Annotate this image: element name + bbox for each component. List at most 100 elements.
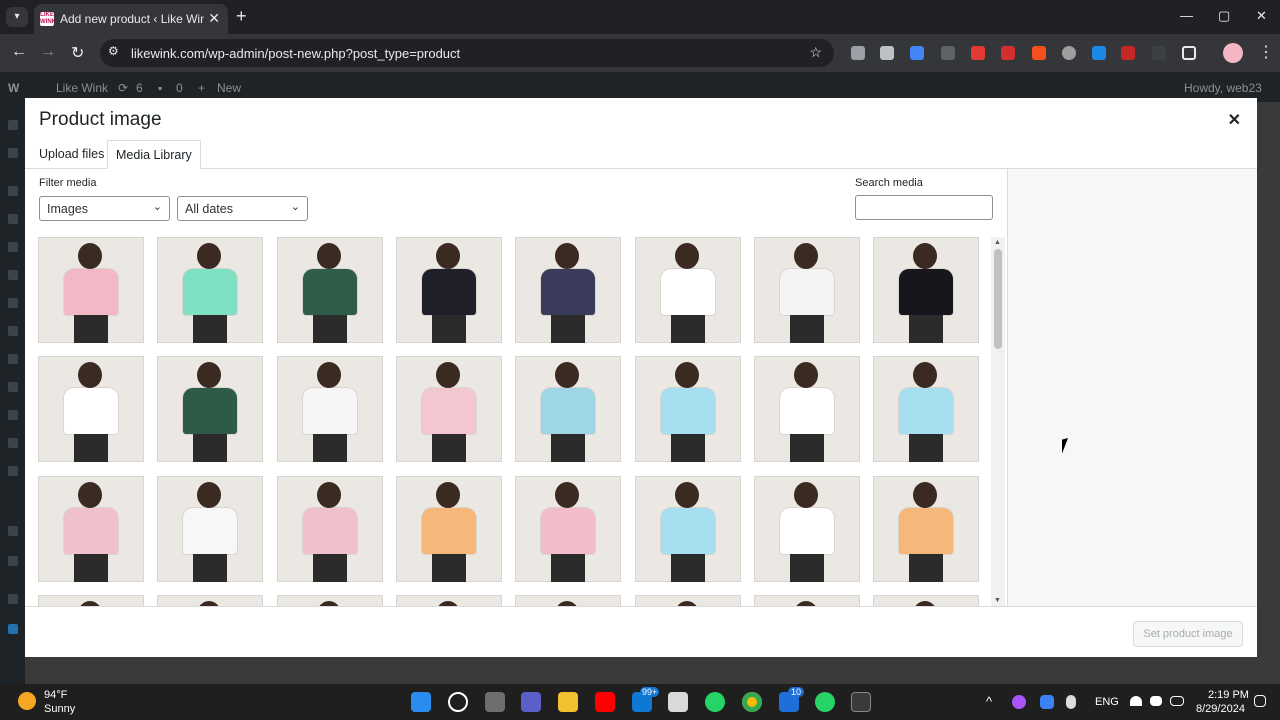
modal-close-icon[interactable]: ✕ xyxy=(1228,110,1241,130)
new-tab-button[interactable]: + xyxy=(236,6,247,27)
task-view-icon[interactable] xyxy=(485,692,505,712)
sidebar-updates-icon[interactable] xyxy=(8,148,18,158)
attachment-thumbnail[interactable] xyxy=(635,476,741,582)
sidebar-settings-icon[interactable] xyxy=(8,410,18,420)
attachment-thumbnail[interactable] xyxy=(873,476,979,582)
orange-extension-icon[interactable] xyxy=(1032,46,1046,60)
security-tray-icon[interactable] xyxy=(1040,695,1054,709)
attachment-thumbnail[interactable] xyxy=(515,595,621,606)
sidebar-table-icon[interactable] xyxy=(8,526,18,536)
weather-sun-icon[interactable] xyxy=(18,692,36,710)
profile-avatar[interactable] xyxy=(1223,43,1243,63)
microphone-icon[interactable] xyxy=(1066,695,1076,709)
sidebar-comments-icon[interactable] xyxy=(8,298,18,308)
translate-extension-icon[interactable] xyxy=(910,46,924,60)
sidebar-posts-icon[interactable] xyxy=(8,186,18,196)
show-hidden-icons-chevron-icon[interactable]: ^ xyxy=(986,694,992,709)
extensions-puzzle-icon[interactable] xyxy=(1182,46,1196,60)
sidebar-users-icon[interactable] xyxy=(8,214,18,224)
attachment-thumbnail[interactable] xyxy=(277,237,383,343)
sidebar-dashboard-icon[interactable] xyxy=(8,120,18,130)
attachment-thumbnail[interactable] xyxy=(277,356,383,462)
sidebar-woo-icon[interactable] xyxy=(8,382,18,392)
maximize-button[interactable]: ▢ xyxy=(1218,8,1230,24)
attachment-thumbnail[interactable] xyxy=(396,595,502,606)
browser-menu-icon[interactable]: ⋮ xyxy=(1258,42,1274,62)
browser-tab-active[interactable]: LIKE WINK Add new product ‹ Like Wink — … xyxy=(34,4,228,34)
minimize-button[interactable]: — xyxy=(1180,8,1193,23)
new-plus-icon[interactable]: + xyxy=(198,81,205,95)
notifications-icon[interactable] xyxy=(1254,695,1266,707)
sidebar-media-icon[interactable] xyxy=(8,242,18,252)
media-date-select[interactable]: All dates ⌄ xyxy=(177,196,308,221)
wordpress-logo-icon[interactable]: W xyxy=(8,81,19,95)
comments-icon[interactable]: ▪ xyxy=(158,81,162,95)
attachment-thumbnail[interactable] xyxy=(396,237,502,343)
scroll-up-arrow-icon[interactable]: ▲ xyxy=(994,239,1001,246)
camera-extension-icon[interactable] xyxy=(851,46,865,60)
sidebar-comments2-icon[interactable] xyxy=(8,438,18,448)
address-bar[interactable]: ⚙ likewink.com/wp-admin/post-new.php?pos… xyxy=(100,39,834,67)
sidebar-mail-icon[interactable] xyxy=(8,556,18,566)
blue-extension-icon[interactable] xyxy=(1092,46,1106,60)
installer-icon[interactable] xyxy=(851,692,871,712)
attachment-thumbnail[interactable] xyxy=(754,476,860,582)
window-close-button[interactable]: ✕ xyxy=(1256,8,1267,24)
attachment-thumbnail[interactable] xyxy=(515,356,621,462)
battery-icon[interactable] xyxy=(1170,696,1184,706)
back-button[interactable]: ← xyxy=(11,43,27,61)
comments-count[interactable]: 0 xyxy=(176,81,183,95)
sidebar-lightbulb-icon[interactable] xyxy=(8,466,18,476)
tab-media-library[interactable]: Media Library xyxy=(107,140,201,169)
reload-button[interactable]: ↻ xyxy=(71,43,84,63)
search-media-input[interactable] xyxy=(855,195,993,220)
snipping-tool-icon[interactable] xyxy=(668,692,688,712)
attachment-thumbnail[interactable] xyxy=(635,595,741,606)
sidebar-marketing-icon[interactable] xyxy=(8,594,18,604)
set-product-image-button[interactable]: Set product image xyxy=(1133,621,1243,647)
grey-extension-icon[interactable] xyxy=(1062,46,1076,60)
bookmark-star-icon[interactable]: ☆ xyxy=(809,44,822,61)
attachment-thumbnail[interactable] xyxy=(635,237,741,343)
whatsapp-web-icon[interactable] xyxy=(705,692,725,712)
attachment-thumbnail[interactable] xyxy=(515,476,621,582)
attachment-thumbnail[interactable] xyxy=(754,356,860,462)
attachment-thumbnail[interactable] xyxy=(157,356,263,462)
attachment-thumbnail[interactable] xyxy=(157,237,263,343)
attachment-thumbnail[interactable] xyxy=(873,595,979,606)
attachment-thumbnail[interactable] xyxy=(396,356,502,462)
mountain-extension-icon[interactable] xyxy=(1121,46,1135,60)
updates-icon[interactable]: ⟳ xyxy=(118,81,128,95)
media-type-select[interactable]: Images ⌄ xyxy=(39,196,170,221)
search-icon[interactable] xyxy=(448,692,468,712)
attachment-thumbnail[interactable] xyxy=(396,476,502,582)
teams-chat-icon[interactable] xyxy=(521,692,541,712)
wifi-icon[interactable] xyxy=(1130,696,1142,706)
whatsapp-icon[interactable] xyxy=(815,692,835,712)
attachment-thumbnail[interactable] xyxy=(157,595,263,606)
tab-close-icon[interactable]: ✕ xyxy=(208,10,220,27)
pdf-extension-icon[interactable] xyxy=(1001,46,1015,60)
weather-temperature[interactable]: 94°F xyxy=(44,689,67,701)
admin-new-link[interactable]: New xyxy=(217,81,241,95)
sidebar-tools-icon[interactable] xyxy=(8,354,18,364)
extension-icon[interactable] xyxy=(880,46,894,60)
chrome-icon[interactable] xyxy=(742,692,762,712)
attachment-thumbnail[interactable] xyxy=(873,356,979,462)
attachment-thumbnail[interactable] xyxy=(754,237,860,343)
clock-time[interactable]: 2:19 PM xyxy=(1208,689,1249,701)
attachment-thumbnail[interactable] xyxy=(157,476,263,582)
admin-site-name[interactable]: Like Wink xyxy=(56,81,108,95)
sidebar-products-icon[interactable] xyxy=(8,624,18,634)
attachment-thumbnail[interactable] xyxy=(38,356,144,462)
site-info-icon[interactable]: ⚙ xyxy=(108,44,119,58)
scroll-thumb[interactable] xyxy=(994,249,1002,349)
tab-upload-files[interactable]: Upload files xyxy=(31,140,112,169)
attachment-thumbnail[interactable] xyxy=(635,356,741,462)
scroll-down-arrow-icon[interactable]: ▼ xyxy=(994,597,1001,604)
attachment-thumbnail[interactable] xyxy=(38,237,144,343)
youtube-icon[interactable] xyxy=(595,692,615,712)
device-extension-icon[interactable] xyxy=(941,46,955,60)
attachment-thumbnail[interactable] xyxy=(38,476,144,582)
attachment-thumbnail[interactable] xyxy=(277,595,383,606)
